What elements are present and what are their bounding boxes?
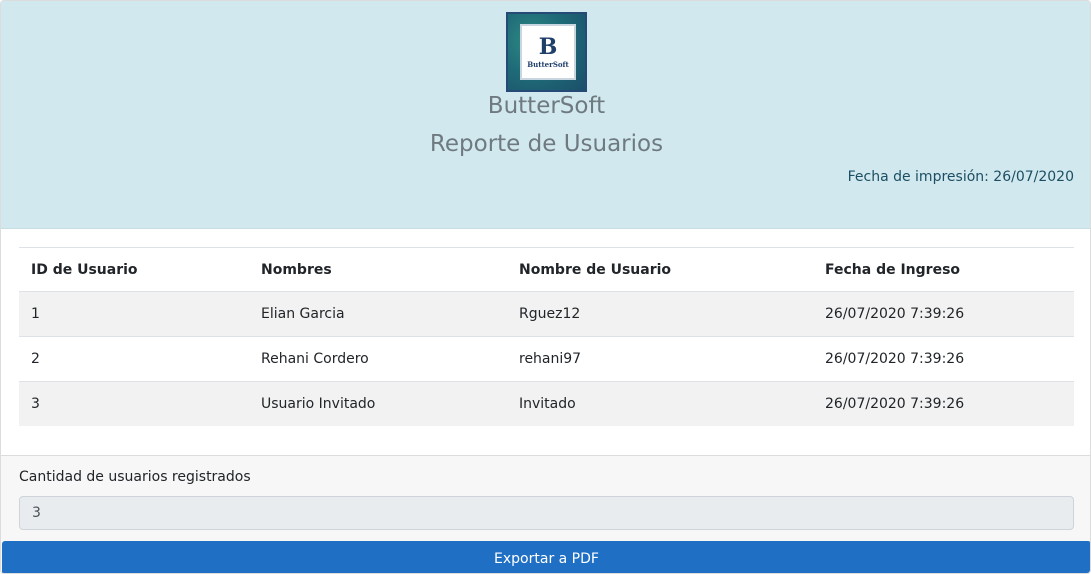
cell-id: 2 bbox=[19, 336, 249, 382]
column-header-date: Fecha de Ingreso bbox=[813, 247, 1074, 292]
user-count-label: Cantidad de usuarios registrados bbox=[19, 469, 251, 485]
table-row: 1 Elian Garcia Rguez12 26/07/2020 7:39:2… bbox=[19, 291, 1074, 337]
cell-date: 26/07/2020 7:39:26 bbox=[813, 291, 1074, 337]
cell-id: 1 bbox=[19, 291, 249, 337]
column-header-names: Nombres bbox=[249, 247, 507, 292]
cell-names: Rehani Cordero bbox=[249, 336, 507, 382]
print-date: Fecha de impresión: 26/07/2020 bbox=[847, 169, 1074, 185]
cell-names: Usuario Invitado bbox=[249, 381, 507, 426]
company-logo: B ButterSoft bbox=[506, 12, 587, 92]
export-pdf-button[interactable]: Exportar a PDF bbox=[2, 541, 1090, 573]
column-header-id: ID de Usuario bbox=[19, 247, 249, 292]
table-row: 3 Usuario Invitado Invitado 26/07/2020 7… bbox=[19, 381, 1074, 426]
users-table: ID de Usuario Nombres Nombre de Usuario … bbox=[19, 247, 1074, 426]
report-card: B ButterSoft ButterSoft Reporte de Usuar… bbox=[0, 0, 1091, 574]
logo-wordmark: ButterSoft bbox=[527, 60, 569, 69]
column-header-username: Nombre de Usuario bbox=[507, 247, 813, 292]
company-name: ButterSoft bbox=[487, 93, 606, 119]
logo-letter: B bbox=[538, 34, 558, 60]
cell-date: 26/07/2020 7:39:26 bbox=[813, 381, 1074, 426]
user-count-field: 3 bbox=[19, 496, 1074, 530]
users-table-container: ID de Usuario Nombres Nombre de Usuario … bbox=[19, 247, 1074, 426]
cell-username: Rguez12 bbox=[507, 291, 813, 337]
cell-names: Elian Garcia bbox=[249, 291, 507, 337]
cell-id: 3 bbox=[19, 381, 249, 426]
logo-badge: B ButterSoft bbox=[522, 26, 574, 78]
report-footer: Cantidad de usuarios registrados 3 Expor… bbox=[1, 455, 1090, 573]
report-header: B ButterSoft ButterSoft Reporte de Usuar… bbox=[1, 1, 1090, 229]
page-title: Reporte de Usuarios bbox=[429, 131, 664, 157]
cell-username: rehani97 bbox=[507, 336, 813, 382]
cell-date: 26/07/2020 7:39:26 bbox=[813, 336, 1074, 382]
table-row: 2 Rehani Cordero rehani97 26/07/2020 7:3… bbox=[19, 336, 1074, 382]
table-header-row: ID de Usuario Nombres Nombre de Usuario … bbox=[19, 247, 1074, 292]
cell-username: Invitado bbox=[507, 381, 813, 426]
